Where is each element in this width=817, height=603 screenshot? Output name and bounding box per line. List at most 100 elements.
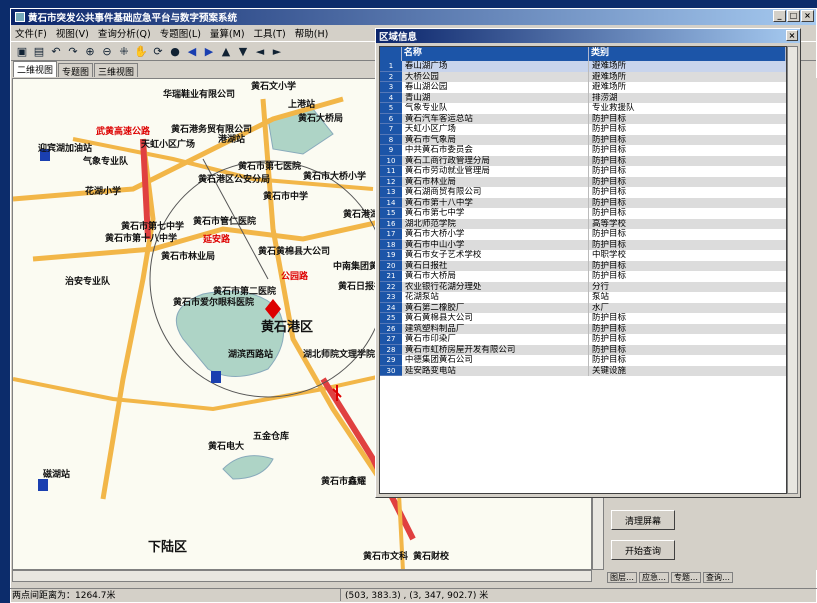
name-cell: 黄石湖商贸有限公司 bbox=[402, 187, 589, 198]
close-button[interactable]: × bbox=[801, 10, 814, 22]
forward-icon[interactable]: ▶ bbox=[202, 44, 216, 58]
table-row[interactable]: 23 花湖泵站 泵站 bbox=[380, 292, 786, 303]
table-row[interactable]: 4 青山湖 排涝湖 bbox=[380, 92, 786, 103]
table-row[interactable]: 3 春山湖公园 避难场所 bbox=[380, 82, 786, 93]
left-icon[interactable]: ◄ bbox=[253, 44, 267, 58]
table-row[interactable]: 15 黄石市第七中学 防护目标 bbox=[380, 208, 786, 219]
name-cell: 黄石市印染厂 bbox=[402, 334, 589, 345]
tab-thematic[interactable]: 专题图 bbox=[58, 63, 94, 78]
table-row[interactable]: 30 延安路变电站 关键设施 bbox=[380, 365, 786, 376]
row-number: 7 bbox=[380, 124, 402, 135]
tab-thematic-panel[interactable]: 专题… bbox=[671, 572, 701, 583]
column-header-name[interactable]: 名称 bbox=[402, 47, 589, 61]
menu-measure[interactable]: 量算(M) bbox=[210, 26, 245, 40]
category-cell: 防护目标 bbox=[591, 197, 626, 208]
table-row[interactable]: 2 大桥公园 避难场所 bbox=[380, 71, 786, 82]
map-label: 迎宾湖加油站 bbox=[38, 144, 93, 154]
up-icon[interactable]: ▲ bbox=[219, 44, 233, 58]
clear-screen-button[interactable]: 清理屏幕 bbox=[611, 510, 675, 530]
tab-emergency[interactable]: 应急… bbox=[639, 572, 669, 583]
row-number: 8 bbox=[380, 134, 402, 145]
table-row[interactable]: 25 黄石黄棉县大公司 防护目标 bbox=[380, 313, 786, 324]
row-number: 13 bbox=[380, 187, 402, 198]
table-row[interactable]: 1 春山湖广场 避难场所 bbox=[380, 61, 786, 72]
name-cell: 湖北师范学院 bbox=[402, 218, 589, 229]
maximize-button[interactable]: □ bbox=[787, 10, 800, 22]
table-row[interactable]: 5 气象专业队 专业救援队 bbox=[380, 103, 786, 114]
map-label: 黄石港区 bbox=[261, 320, 314, 335]
dialog-close-button[interactable]: × bbox=[786, 30, 798, 41]
table-row[interactable]: 7 天虹小区广场 防护目标 bbox=[380, 124, 786, 135]
back-icon[interactable]: ◀ bbox=[185, 44, 199, 58]
table-row[interactable]: 12 黄石市林业局 防护目标 bbox=[380, 176, 786, 187]
row-number: 27 bbox=[380, 334, 402, 345]
undo-icon[interactable]: ↶ bbox=[49, 44, 63, 58]
table-row[interactable]: 8 黄石市气象局 防护目标 bbox=[380, 134, 786, 145]
tab-layers[interactable]: 图层… bbox=[607, 572, 637, 583]
tab-3d-view[interactable]: 三维视图 bbox=[94, 63, 139, 78]
row-number: 30 bbox=[380, 365, 402, 376]
tab-query[interactable]: 查询… bbox=[703, 572, 733, 583]
table-row[interactable]: 26 建筑塑料制品厂 防护目标 bbox=[380, 323, 786, 334]
menu-thematic[interactable]: 专题图(L) bbox=[160, 26, 201, 40]
table-row[interactable]: 16 湖北师范学院 高等学校 bbox=[380, 218, 786, 229]
row-number: 21 bbox=[380, 271, 402, 282]
name-cell: 黄石第二橡胶厂 bbox=[402, 302, 589, 313]
window-title: 黄石市突发公共事件基础应急平台与数字预案系统 bbox=[28, 13, 238, 24]
start-query-button[interactable]: 开始查询 bbox=[611, 540, 675, 560]
refresh-icon[interactable]: ⟳ bbox=[151, 44, 165, 58]
map-label: 磁湖站 bbox=[43, 470, 71, 480]
dialog-title-bar[interactable]: 区域信息 × bbox=[376, 29, 800, 43]
zoom-in-icon[interactable]: ⊕ bbox=[83, 44, 97, 58]
menu-tools[interactable]: 工具(T) bbox=[254, 26, 286, 40]
table-row[interactable]: 13 黄石湖商贸有限公司 防护目标 bbox=[380, 187, 786, 198]
menu-query[interactable]: 查询分析(Q) bbox=[98, 26, 151, 40]
redo-icon[interactable]: ↷ bbox=[66, 44, 80, 58]
table-row[interactable]: 6 黄石汽车客运总站 防护目标 bbox=[380, 113, 786, 124]
pan-icon[interactable]: ✋ bbox=[134, 44, 148, 58]
table-row[interactable]: 11 黄石市劳动就业管理局 防护目标 bbox=[380, 166, 786, 177]
globe-icon[interactable]: ● bbox=[168, 44, 182, 58]
region-info-dialog: 区域信息 × 名称 类别 1 春山湖广场 避难场所 2 大桥公园 避难场所 3 春山湖公园 避难… bbox=[375, 28, 801, 498]
table-row[interactable]: 14 黄石市第十八中学 防护目标 bbox=[380, 197, 786, 208]
table-row[interactable]: 19 黄石市女子艺术学校 中职学校 bbox=[380, 250, 786, 261]
table-row[interactable]: 24 黄石第二橡胶厂 水厂 bbox=[380, 302, 786, 313]
table-row[interactable]: 28 黄石市虹桥房屋开发有限公司 防护目标 bbox=[380, 344, 786, 355]
map-horizontal-scrollbar[interactable] bbox=[12, 570, 592, 582]
tab-2d-view[interactable]: 二维视图 bbox=[13, 61, 58, 77]
table-row[interactable]: 10 黄石工商行政管理分局 防护目标 bbox=[380, 155, 786, 166]
row-number: 16 bbox=[380, 218, 402, 229]
menu-help[interactable]: 帮助(H) bbox=[295, 26, 329, 40]
zoom-out-icon[interactable]: ⊖ bbox=[100, 44, 114, 58]
station-icon bbox=[211, 371, 221, 383]
right-icon[interactable]: ► bbox=[270, 44, 284, 58]
map-label: 黄石市文科 bbox=[363, 552, 409, 562]
table-row[interactable]: 20 黄石日报社 防护目标 bbox=[380, 260, 786, 271]
map-label: 黄石财校 bbox=[413, 552, 450, 562]
map-label: 黄石文小学 bbox=[251, 82, 297, 92]
name-cell: 黄石汽车客运总站 bbox=[402, 113, 589, 124]
menu-view[interactable]: 视图(V) bbox=[56, 26, 89, 40]
down-icon[interactable]: ▼ bbox=[236, 44, 250, 58]
table-row[interactable]: 21 黄石市大桥局 防护目标 bbox=[380, 271, 786, 282]
row-number: 9 bbox=[380, 145, 402, 156]
save-icon[interactable]: ▣ bbox=[15, 44, 29, 58]
menu-file[interactable]: 文件(F) bbox=[15, 26, 47, 40]
open-icon[interactable]: ▤ bbox=[32, 44, 46, 58]
table-row[interactable]: 17 黄石市大桥小学 防护目标 bbox=[380, 229, 786, 240]
name-cell: 黄石日报社 bbox=[402, 260, 589, 271]
table-row[interactable]: 29 中德集团黄石公司 防护目标 bbox=[380, 355, 786, 366]
coordinate-readout: (503, 383.3) , (3, 347, 902.7) 米 bbox=[340, 588, 740, 601]
table-row[interactable]: 18 黄石市中山小学 防护目标 bbox=[380, 239, 786, 250]
minimize-button[interactable]: _ bbox=[773, 10, 786, 22]
full-extent-icon[interactable]: ⁜ bbox=[117, 44, 131, 58]
table-scrollbar[interactable] bbox=[787, 46, 798, 494]
row-number: 26 bbox=[380, 323, 402, 334]
table-row[interactable]: 22 农业银行花湖分理处 分行 bbox=[380, 281, 786, 292]
table-row[interactable]: 9 中共黄石市委员会 防护目标 bbox=[380, 145, 786, 156]
category-cell: 避难场所 bbox=[588, 61, 786, 72]
name-cell: 中德集团黄石公司 bbox=[402, 355, 589, 366]
table-row[interactable]: 27 黄石市印染厂 防护目标 bbox=[380, 334, 786, 345]
map-label: 黄石电大 bbox=[208, 442, 245, 452]
column-header-category[interactable]: 类别 bbox=[589, 47, 786, 61]
